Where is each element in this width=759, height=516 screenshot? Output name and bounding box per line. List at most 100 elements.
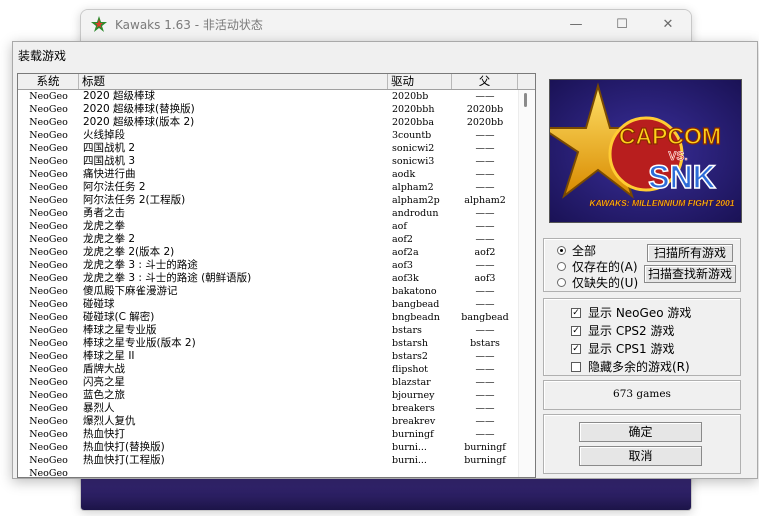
close-icon: ✕ xyxy=(662,16,674,32)
cell-title: 龙虎之拳 3 : 斗士的路途 (朝鲜语版) xyxy=(83,272,252,284)
maximize-button[interactable]: ☐ xyxy=(599,10,645,38)
game-list-row[interactable]: NeoGeo 盾牌大战 flipshot —— xyxy=(18,363,518,376)
game-list-row[interactable]: NeoGeo 棒球之星专业版 bstars —— xyxy=(18,324,518,337)
game-list-row[interactable]: NeoGeo 热血快打(替换版) burni... burningf xyxy=(18,441,518,454)
radio-all[interactable]: 全部 xyxy=(557,242,596,259)
game-list-row[interactable]: NeoGeo 痛快进行曲 aodk —— xyxy=(18,168,518,181)
scan-new-games-button[interactable]: 扫描查找新游戏 xyxy=(644,265,736,283)
cell-parent: —— xyxy=(475,182,495,193)
cell-driver: breakers xyxy=(392,403,435,414)
check-show-cps2[interactable]: ✓ 显示 CPS2 游戏 xyxy=(571,322,675,339)
cell-parent: aof2 xyxy=(474,247,496,258)
minimize-button[interactable]: — xyxy=(553,10,599,38)
game-list-row[interactable]: NeoGeo 2020 超级棒球(替换版) 2020bbh 2020bb xyxy=(18,103,518,116)
cell-title: 龙虎之拳 3 : 斗士的路途 xyxy=(83,259,198,271)
game-list-row[interactable]: NeoGeo 龙虎之拳 2 aof2 —— xyxy=(18,233,518,246)
game-logo-panel: CAPCOM VS. SNK KAWAKS: MILLENNIUM FIGHT … xyxy=(549,79,742,223)
game-list-row[interactable]: NeoGeo 热血快打 burningf —— xyxy=(18,428,518,441)
check-show-cps1[interactable]: ✓ 显示 CPS1 游戏 xyxy=(571,340,675,357)
cell-driver: burningf xyxy=(392,429,434,440)
check-hide-extra-box[interactable] xyxy=(571,361,581,372)
cell-title: 蓝色之旅 xyxy=(83,389,125,401)
game-list-row[interactable]: NeoGeo 闪亮之星 blazstar —— xyxy=(18,376,518,389)
game-list-row[interactable]: NeoGeo 热血快打(工程版) burni... burningf xyxy=(18,454,518,467)
game-list-row[interactable]: NeoGeo 暴烈人 breakers —— xyxy=(18,402,518,415)
cell-parent: bangbead xyxy=(461,312,509,323)
cell-title: 龙虎之拳 xyxy=(83,220,125,232)
cell-parent: —— xyxy=(475,429,495,440)
column-header-parent[interactable]: 父 xyxy=(452,74,518,89)
game-list-row[interactable]: NeoGeo 2020 超级棒球(版本 2) 2020bba 2020bb xyxy=(18,116,518,129)
dialog-title: 装载游戏 xyxy=(18,49,67,63)
cell-system: NeoGeo xyxy=(29,143,68,154)
radio-missing-dot[interactable] xyxy=(557,278,566,287)
game-list-row[interactable]: NeoGeo 棒球之星专业版(版本 2) bstarsh bstars xyxy=(18,337,518,350)
cell-system: NeoGeo xyxy=(29,403,68,414)
column-header-system[interactable]: 系统 xyxy=(18,74,79,89)
cell-parent: alpham2 xyxy=(464,195,506,206)
game-list-row[interactable]: NeoGeo 2020 超级棒球 2020bb —— xyxy=(18,90,518,103)
game-list-row[interactable]: NeoGeo 碰碰球 bangbead —— xyxy=(18,298,518,311)
cell-title: 热血快打(工程版) xyxy=(83,454,165,466)
game-list-row[interactable]: NeoGeo 勇者之击 androdun —— xyxy=(18,207,518,220)
cell-parent: aof3 xyxy=(474,273,496,284)
radio-existing-dot[interactable] xyxy=(557,262,566,271)
game-list-row[interactable]: NeoGeo 蓝色之旅 bjourney —— xyxy=(18,389,518,402)
cell-driver: aof3k xyxy=(392,273,419,284)
game-list-row[interactable]: NeoGeo 四国战机 3 sonicwi3 —— xyxy=(18,155,518,168)
cell-system: NeoGeo xyxy=(29,234,68,245)
game-list-row[interactable]: NeoGeo 棒球之星 II bstars2 —— xyxy=(18,350,518,363)
window-controls: — ☐ ✕ xyxy=(553,10,691,38)
capcom-vs-snk-logo: CAPCOM VS. SNK KAWAKS: MILLENNIUM FIGHT … xyxy=(550,80,741,222)
cell-driver: flipshot xyxy=(392,364,428,375)
check-hide-extra-label: 隐藏多余的游戏(R) xyxy=(588,360,690,374)
cell-driver: bjourney xyxy=(392,390,435,401)
radio-missing[interactable]: 仅缺失的(U) xyxy=(557,274,638,291)
cell-driver xyxy=(388,467,452,477)
game-list-row[interactable]: NeoGeo 龙虎之拳 3 : 斗士的路途 (朝鲜语版) aof3k aof3 xyxy=(18,272,518,285)
radio-all-dot[interactable] xyxy=(557,246,566,255)
cell-system: NeoGeo xyxy=(29,299,68,310)
radio-existing-label: 仅存在的(A) xyxy=(572,260,638,274)
game-list-row[interactable]: NeoGeo 阿尔法任务 2 alpham2 —— xyxy=(18,181,518,194)
cell-title: 2020 超级棒球 xyxy=(83,90,156,102)
game-list-row[interactable]: NeoGeo 爆烈人复仇 breakrev —— xyxy=(18,415,518,428)
check-show-cps2-label: 显示 CPS2 游戏 xyxy=(588,324,675,338)
game-list-row[interactable]: NeoGeo 四国战机 2 sonicwi2 —— xyxy=(18,142,518,155)
game-list-row[interactable]: NeoGeo 阿尔法任务 2(工程版) alpham2p alpham2 xyxy=(18,194,518,207)
cell-title: 四国战机 2 xyxy=(83,142,136,154)
check-show-cps1-box[interactable]: ✓ xyxy=(571,343,581,354)
cell-driver: aof3 xyxy=(392,260,413,271)
column-header-title[interactable]: 标题 xyxy=(79,74,388,89)
game-list-scrollbar[interactable] xyxy=(518,90,535,477)
game-list-row[interactable]: NeoGeo 火线掉段 3countb —— xyxy=(18,129,518,142)
game-list-body: NeoGeo 2020 超级棒球 2020bb —— NeoGeo 2020 超级棒球(替… xyxy=(18,90,518,477)
check-show-neogeo-box[interactable]: ✓ xyxy=(571,307,581,318)
column-header-driver[interactable]: 驱动 xyxy=(388,74,452,89)
ok-button[interactable]: 确定 xyxy=(579,422,702,442)
game-list[interactable]: 系统 标题 驱动 父 NeoGeo 2020 超级棒球 2020bb —— NeoGeo… xyxy=(17,73,536,478)
game-count-panel: 673 games xyxy=(543,380,741,410)
cell-driver: blazstar xyxy=(392,377,431,388)
check-hide-extra[interactable]: 隐藏多余的游戏(R) xyxy=(571,358,690,375)
cell-title: 阿尔法任务 2(工程版) xyxy=(83,194,186,206)
scan-all-games-button[interactable]: 扫描所有游戏 xyxy=(647,244,733,262)
cell-system: NeoGeo xyxy=(29,182,68,193)
cell-title: 棒球之星专业版(版本 2) xyxy=(83,337,196,349)
cell-title: 爆烈人复仇 xyxy=(83,415,136,427)
game-list-row[interactable]: NeoGeo 碰碰球(C 解密) bngbeadn bangbead xyxy=(18,311,518,324)
check-show-neogeo[interactable]: ✓ 显示 NeoGeo 游戏 xyxy=(571,304,691,321)
game-list-row[interactable]: NeoGeo 龙虎之拳 aof —— xyxy=(18,220,518,233)
cancel-button[interactable]: 取消 xyxy=(579,446,702,466)
check-show-cps2-box[interactable]: ✓ xyxy=(571,325,581,336)
filter-group: 全部 仅存在的(A) 仅缺失的(U) 扫描所有游戏 扫描查找新游戏 xyxy=(543,238,741,292)
scrollbar-thumb[interactable] xyxy=(524,93,527,107)
close-button[interactable]: ✕ xyxy=(645,10,691,38)
game-list-row[interactable]: NeoGeo 龙虎之拳 2(版本 2) aof2a aof2 xyxy=(18,246,518,259)
cell-system: NeoGeo xyxy=(29,286,68,297)
game-list-row[interactable]: NeoGeo xyxy=(18,467,518,477)
game-list-row[interactable]: NeoGeo 龙虎之拳 3 : 斗士的路途 aof3 —— xyxy=(18,259,518,272)
main-window-titlebar[interactable]: Kawaks 1.63 - 非活动状态 — ☐ ✕ xyxy=(81,10,691,38)
game-list-row[interactable]: NeoGeo 傻瓜殿下麻雀漫游记 bakatono —— xyxy=(18,285,518,298)
radio-existing[interactable]: 仅存在的(A) xyxy=(557,258,638,275)
